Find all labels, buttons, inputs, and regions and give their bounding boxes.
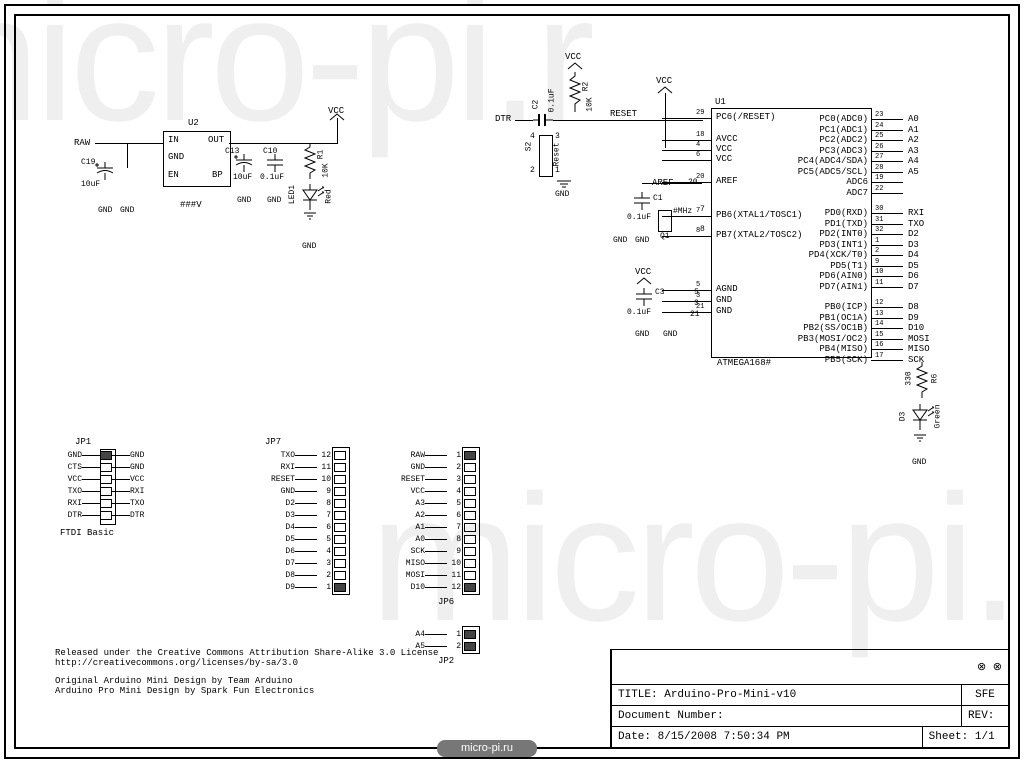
r2-ref: R2 (581, 82, 590, 92)
c13-ref: C13 (225, 147, 239, 156)
sfe: SFE (962, 685, 1009, 706)
u2-in: IN (168, 135, 179, 145)
u2-en: EN (168, 170, 179, 180)
title-label: TITLE: (618, 689, 658, 701)
c1-val: 0.1uF (627, 213, 651, 222)
r2-val: 10K (586, 97, 595, 111)
rev-label: REV: (962, 706, 1009, 727)
title-block: ⊗ ⊗ TITLE: Arduino-Pro-Mini-v10 SFE Docu… (610, 649, 1008, 747)
c19-val: 10uF (81, 180, 100, 189)
regulator-section: U2 IN OUT GND EN BP ###V RAW C19 10uF GN… (60, 110, 390, 290)
date: 8/15/2008 7:50:34 PM (658, 731, 790, 743)
c2-val: 0.1uF (548, 88, 557, 112)
r1-val: 10K (322, 163, 331, 177)
gnd: GND (635, 236, 649, 245)
gnd: GND (120, 206, 134, 215)
jp7-ref: JP7 (265, 437, 281, 447)
license-text: Released under the Creative Commons Attr… (55, 648, 438, 696)
c1-symbol (633, 192, 651, 210)
s2-body (539, 135, 553, 177)
dtr: DTR (495, 114, 511, 124)
gnd: GND (267, 196, 281, 205)
r1-ref: R1 (316, 150, 325, 160)
date-label: Date: (618, 731, 651, 743)
jp6: RAW 1 GND 2 RESET 3 VCC 4 A3 5 A2 (395, 449, 476, 593)
u2-note: ###V (180, 200, 202, 210)
r2-symbol (569, 72, 581, 112)
r6-val: 330 (905, 371, 914, 385)
c1-ref: C1 (653, 194, 663, 203)
vcc: VCC (565, 52, 581, 62)
u2-gnd: GND (168, 152, 184, 162)
u1-part: ATMEGA168# (717, 358, 771, 368)
c3-symbol (635, 288, 653, 306)
jp1-ref: JP1 (75, 437, 91, 447)
watermark-pill: micro-pi.ru (437, 740, 537, 757)
vcc: VCC (656, 76, 672, 86)
jp2-ref: JP2 (438, 656, 454, 666)
u1-ref: U1 (715, 97, 726, 107)
vcc: VCC (635, 267, 651, 277)
led1-ref: LED1 (288, 185, 297, 204)
green-led-section: 330 R6 D3 Green GND (900, 362, 960, 492)
c19-ref: C19 (81, 158, 95, 167)
c10-symbol (266, 154, 284, 172)
q1-body (658, 210, 672, 232)
r6-ref: R6 (930, 374, 939, 384)
reset-net: RESET (610, 109, 637, 119)
jp1: GND GND CTS GND VCC VCC TXO RXI RXI TXO … (60, 449, 154, 521)
c13-val: 10uF (233, 173, 252, 182)
c19-symbol (95, 162, 115, 180)
jp6-ref: JP6 (438, 597, 454, 607)
raw-net: RAW (74, 138, 90, 148)
c2-ref: C2 (531, 100, 540, 110)
r6-symbol (916, 362, 928, 398)
gnd: GND (302, 242, 316, 251)
d3-color: Green (934, 404, 943, 428)
gnd: GND (98, 206, 112, 215)
gnd: GND (635, 330, 649, 339)
s2-ref: S2 (524, 142, 533, 152)
d3-ref: D3 (898, 412, 907, 422)
c10-val: 0.1uF (260, 173, 284, 182)
jp7: TXO 12 RXI 11 RESET 10 GND 9 D2 8 D3 (265, 449, 346, 593)
gnd: GND (663, 330, 677, 339)
sheet-label: Sheet: (929, 731, 969, 743)
c10-ref: C10 (263, 147, 277, 156)
u2-ref: U2 (188, 118, 199, 128)
u2-out: OUT (208, 135, 224, 145)
u2-bp: BP (212, 170, 223, 180)
sheet: 1/1 (975, 731, 995, 743)
jp1-note: FTDI Basic (60, 528, 114, 538)
c2-symbol (533, 114, 553, 126)
s2-name: Reset (553, 142, 562, 166)
docnum-label: Document Number: (612, 706, 962, 727)
gnd: GND (912, 458, 926, 467)
title: Arduino-Pro-Mini-v10 (664, 689, 796, 701)
c13-symbol (235, 154, 253, 172)
c3-val: 0.1uF (627, 308, 651, 317)
gnd: GND (237, 196, 251, 205)
led1-color: Red (325, 189, 334, 203)
q1-mhz: #MHz (673, 207, 692, 216)
r1-symbol (304, 143, 316, 179)
gnd: GND (613, 236, 627, 245)
